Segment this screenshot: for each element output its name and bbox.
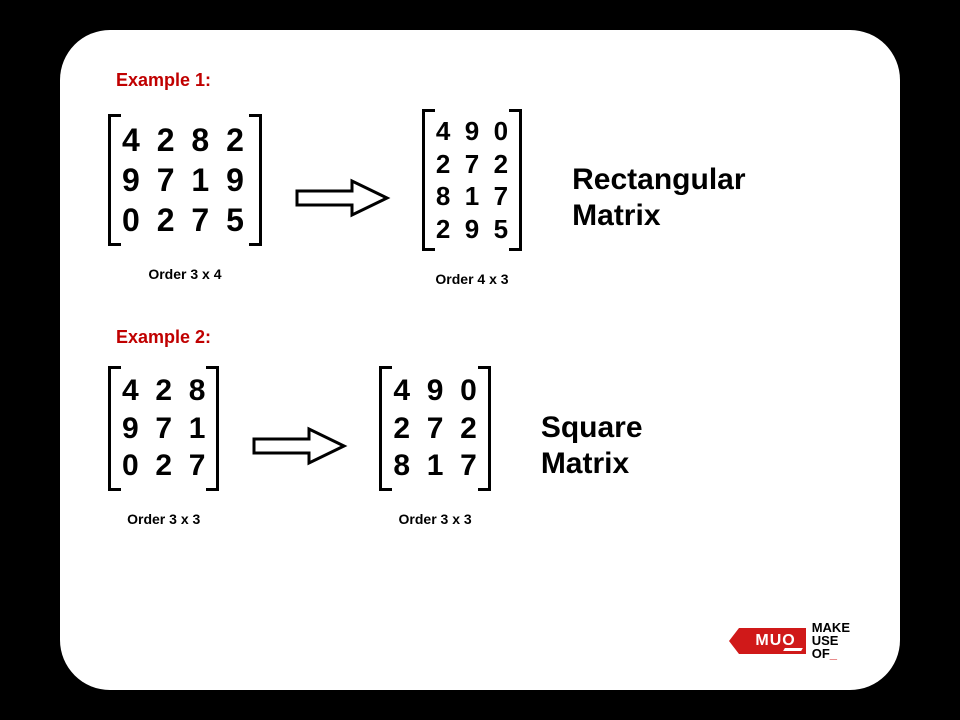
matrix-type-label: Rectangular Matrix: [572, 162, 745, 234]
matrix-1-right: 4 9 0 2 7 2 8 1 7 2 9 5: [422, 109, 522, 251]
matrix-row: 4 9 0: [436, 115, 508, 148]
matrix-row: 2 7 2: [436, 148, 508, 181]
matrix-row: 4 2 8: [122, 372, 205, 410]
matrix-row: 0 2 7 5: [122, 200, 248, 240]
order-label: Order 4 x 3: [435, 271, 508, 287]
order-label: Order 3 x 4: [148, 266, 221, 282]
matrix-1-right-block: 4 9 0 2 7 2 8 1 7 2 9 5 Order 4 x 3: [422, 109, 522, 287]
matrix-2-right-block: 4 9 0 2 7 2 8 1 7 Order 3 x 3: [379, 366, 490, 527]
matrix-row: 9 7 1 9: [122, 160, 248, 200]
example-1-label: Example 1:: [116, 70, 852, 91]
matrix-1-left: 4 2 8 2 9 7 1 9 0 2 7 5: [108, 114, 262, 246]
arrow-icon: [249, 426, 349, 466]
matrix-row: 2 9 5: [436, 213, 508, 246]
arrow-icon: [292, 178, 392, 218]
logo-text: MAKE USE OF_: [812, 621, 850, 660]
matrix-1-left-block: 4 2 8 2 9 7 1 9 0 2 7 5 Order 3 x 4: [108, 114, 262, 282]
matrix-2-left: 4 2 8 9 7 1 0 2 7: [108, 366, 219, 491]
matrix-row: 4 9 0: [393, 372, 476, 410]
order-label: Order 3 x 3: [399, 511, 472, 527]
example-2-row: 4 2 8 9 7 1 0 2 7 Order 3 x 3 4 9 0 2 7 …: [108, 366, 852, 527]
matrix-row: 4 2 8 2: [122, 120, 248, 160]
muo-logo: MUO MAKE USE OF_: [739, 621, 850, 660]
logo-badge: MUO: [739, 628, 805, 654]
matrix-row: 0 2 7: [122, 447, 205, 485]
matrix-2-right: 4 9 0 2 7 2 8 1 7: [379, 366, 490, 491]
matrix-2-left-block: 4 2 8 9 7 1 0 2 7 Order 3 x 3: [108, 366, 219, 527]
logo-line: OF_: [812, 647, 850, 660]
example-2-label: Example 2:: [116, 327, 852, 348]
order-label: Order 3 x 3: [127, 511, 200, 527]
matrix-row: 2 7 2: [393, 410, 476, 448]
example-1-row: 4 2 8 2 9 7 1 9 0 2 7 5 Order 3 x 4 4 9 …: [108, 109, 852, 287]
matrix-row: 8 1 7: [436, 180, 508, 213]
matrix-row: 8 1 7: [393, 447, 476, 485]
matrix-type-label: Square Matrix: [541, 410, 643, 482]
matrix-row: 9 7 1: [122, 410, 205, 448]
slide-card: Example 1: 4 2 8 2 9 7 1 9 0 2 7 5 Order…: [60, 30, 900, 690]
